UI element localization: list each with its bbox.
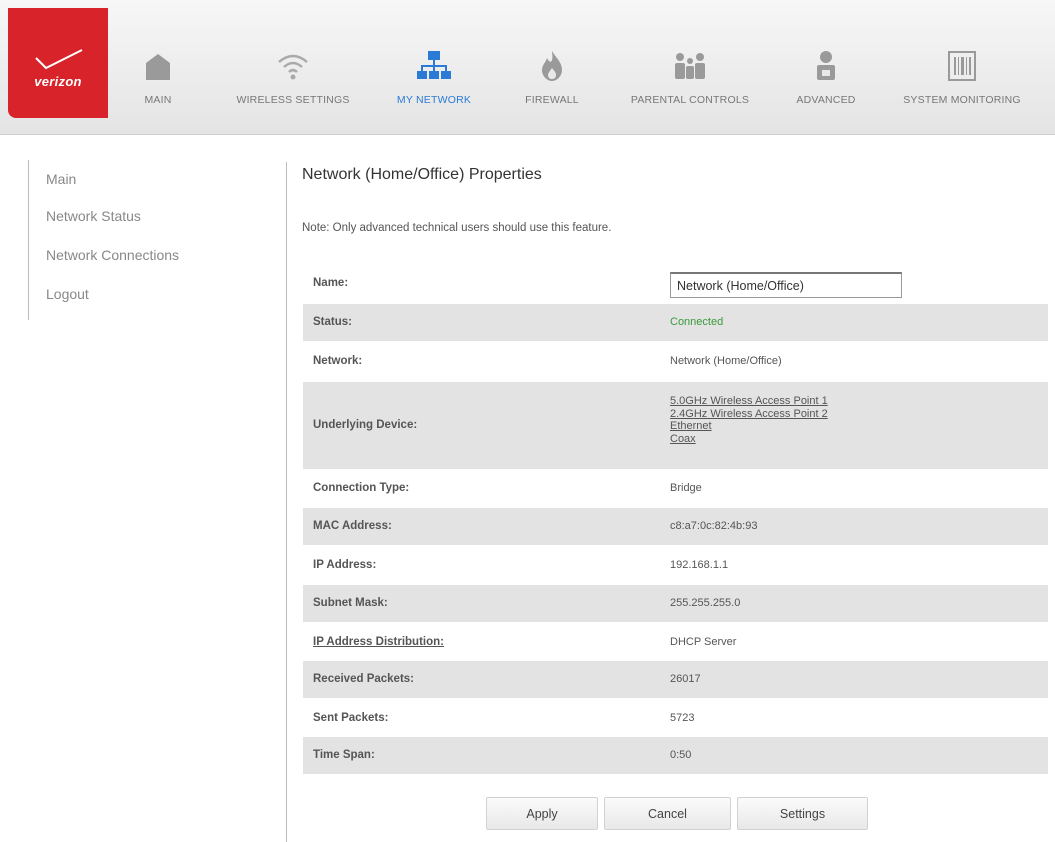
row-label: MAC Address: — [313, 520, 392, 532]
page-title: Network (Home/Office) Properties — [302, 166, 542, 183]
logo-text: verizon — [34, 74, 82, 89]
main-nav: MAIN WIRELESS SETTINGS MY NETWORK FIREWA… — [120, 0, 1055, 135]
check-mark-icon — [35, 49, 83, 70]
apply-button[interactable]: Apply — [486, 797, 598, 830]
time-span-value: 0:50 — [670, 749, 692, 761]
nav-item-system-monitoring[interactable]: SYSTEM MONITORING — [886, 36, 1038, 126]
ip-distribution-link[interactable]: IP Address Distribution: — [313, 636, 444, 648]
underlying-device-links: 5.0GHz Wireless Access Point 1 2.4GHz Wi… — [670, 395, 828, 445]
link-coax[interactable]: Coax — [670, 433, 828, 446]
row-ip-address-distribution: IP Address Distribution: DHCP Server — [303, 622, 1048, 661]
sidebar-item-network-status[interactable]: Network Status — [46, 208, 141, 224]
subnet-mask-value: 255.255.255.0 — [670, 597, 741, 609]
nav-label: SYSTEM MONITORING — [903, 94, 1021, 106]
link-24ghz-access-point[interactable]: 2.4GHz Wireless Access Point 2 — [670, 408, 828, 421]
sent-packets-value: 5723 — [670, 712, 695, 724]
top-header: verizon MAIN WIRELESS SETTINGS MY NETWOR… — [0, 0, 1055, 135]
row-label: Connection Type: — [313, 482, 410, 494]
network-value: Network (Home/Office) — [670, 355, 782, 367]
name-input[interactable] — [670, 272, 902, 298]
properties-table: Name: Status: Connected Network: Network… — [303, 264, 1048, 774]
row-label: Received Packets: — [313, 673, 415, 685]
advanced-user-icon — [817, 51, 835, 80]
nav-item-firewall[interactable]: FIREWALL — [514, 36, 590, 126]
cancel-button[interactable]: Cancel — [604, 797, 731, 830]
nav-label: FIREWALL — [525, 94, 579, 106]
barcode-icon — [948, 51, 976, 81]
connection-type-value: Bridge — [670, 482, 702, 494]
row-received-packets: Received Packets: 26017 — [303, 661, 1048, 698]
settings-button[interactable]: Settings — [737, 797, 868, 830]
wifi-icon — [278, 54, 308, 80]
nav-label: WIRELESS SETTINGS — [236, 94, 350, 106]
row-label: IP Address: — [313, 559, 377, 571]
nav-item-main[interactable]: MAIN — [132, 36, 184, 126]
sidebar-item-network-connections[interactable]: Network Connections — [46, 247, 179, 263]
content-divider — [286, 162, 287, 842]
row-label: Status: — [313, 316, 352, 328]
ip-distribution-value: DHCP Server — [670, 636, 737, 648]
nav-label: PARENTAL CONTROLS — [630, 94, 750, 106]
nav-item-my-network[interactable]: MY NETWORK — [382, 36, 486, 126]
nav-item-advanced[interactable]: ADVANCED — [784, 36, 868, 126]
status-value: Connected — [670, 316, 724, 328]
row-label: Underlying Device: — [313, 419, 418, 431]
row-label: Time Span: — [313, 749, 375, 761]
sidebar-item-main[interactable]: Main — [46, 171, 76, 187]
family-icon — [675, 53, 705, 79]
flame-icon — [542, 51, 562, 81]
row-status: Status: Connected — [303, 304, 1048, 341]
row-name: Name: — [303, 264, 1048, 304]
row-network: Network: Network (Home/Office) — [303, 341, 1048, 382]
row-connection-type: Connection Type: Bridge — [303, 469, 1048, 508]
home-icon — [146, 54, 170, 80]
row-subnet-mask: Subnet Mask: 255.255.255.0 — [303, 585, 1048, 622]
nav-item-parental-controls[interactable]: PARENTAL CONTROLS — [614, 36, 766, 126]
row-mac-address: MAC Address: c8:a7:0c:82:4b:93 — [303, 508, 1048, 545]
sidebar-item-logout[interactable]: Logout — [46, 286, 89, 302]
mac-address-value: c8:a7:0c:82:4b:93 — [670, 520, 758, 532]
row-time-span: Time Span: 0:50 — [303, 737, 1048, 774]
advanced-note: Note: Only advanced technical users shou… — [302, 222, 612, 234]
link-5ghz-access-point[interactable]: 5.0GHz Wireless Access Point 1 — [670, 395, 828, 408]
nav-label: MAIN — [144, 94, 172, 106]
nav-item-wireless-settings[interactable]: WIRELESS SETTINGS — [224, 36, 362, 126]
nav-label: MY NETWORK — [396, 94, 472, 106]
row-label: Sent Packets: — [313, 712, 389, 724]
ip-address-value: 192.168.1.1 — [670, 559, 729, 571]
sidebar: Main Network Status Network Connections … — [28, 160, 228, 320]
nav-label: ADVANCED — [796, 94, 856, 106]
network-icon — [417, 51, 451, 79]
row-label: Name: — [313, 277, 349, 289]
row-ip-address: IP Address: 192.168.1.1 — [303, 545, 1048, 585]
row-label: Network: — [313, 355, 363, 367]
verizon-logo[interactable]: verizon — [8, 8, 108, 118]
received-packets-value: 26017 — [670, 673, 701, 685]
row-label: Subnet Mask: — [313, 597, 388, 609]
link-ethernet[interactable]: Ethernet — [670, 420, 828, 433]
row-sent-packets: Sent Packets: 5723 — [303, 698, 1048, 737]
row-underlying-device: Underlying Device: 5.0GHz Wireless Acces… — [303, 382, 1048, 469]
